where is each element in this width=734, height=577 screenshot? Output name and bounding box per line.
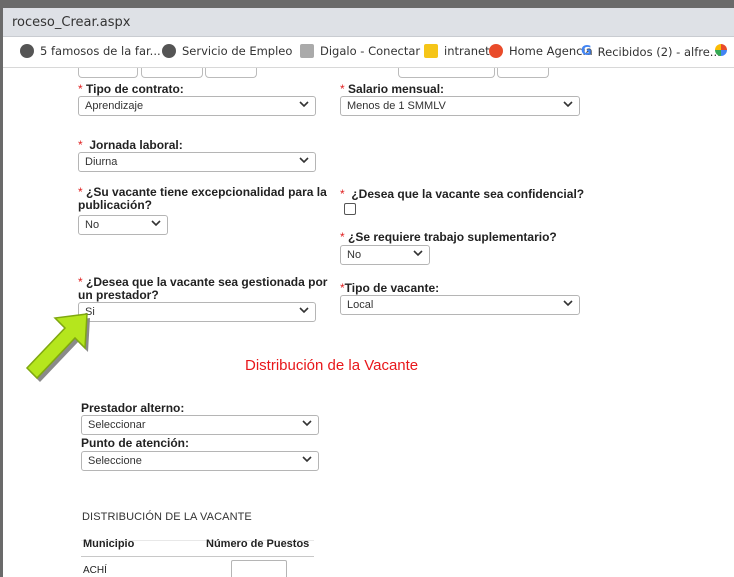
prestador-alterno-select[interactable]: Seleccionar <box>81 415 319 435</box>
clipped-field <box>141 68 203 78</box>
tab-bar: roceso_Crear.aspx <box>3 8 734 37</box>
punto-atencion-label: Punto de atención: <box>81 436 189 450</box>
browser-window: roceso_Crear.aspx 5 famosos de la far...… <box>3 8 734 577</box>
chevron-down-icon <box>563 300 573 307</box>
chevron-down-icon <box>299 157 309 164</box>
salario-select[interactable]: Menos de 1 SMMLV <box>340 96 580 116</box>
divider <box>81 556 314 557</box>
agency-icon <box>489 44 503 58</box>
excepcionalidad-select[interactable]: No <box>78 215 168 235</box>
page-icon <box>300 44 314 58</box>
confidencial-checkbox[interactable] <box>344 203 356 215</box>
clipped-field <box>78 68 138 78</box>
column-header-municipio: Municipio <box>83 538 135 550</box>
puestos-input[interactable] <box>231 560 287 577</box>
clipped-field <box>398 68 495 78</box>
table-title: DISTRIBUCIÓN DE LA VACANTE <box>82 511 252 523</box>
jornada-select[interactable]: Diurna <box>78 152 316 172</box>
bookmark-item[interactable]: intranet <box>424 44 490 58</box>
gestionada-label: * ¿Desea que la vacante sea gestionada p… <box>78 275 328 302</box>
tipo-contrato-label: * Tipo de contrato: <box>78 82 184 96</box>
chevron-down-icon <box>299 307 309 314</box>
chevron-down-icon <box>151 220 161 227</box>
chevron-down-icon <box>302 456 312 463</box>
table-row-municipio: ACHÍ <box>83 565 107 576</box>
punto-atencion-select[interactable]: Seleccione <box>81 451 319 471</box>
tab-title[interactable]: roceso_Crear.aspx <box>12 15 130 30</box>
pinwheel-icon <box>715 44 727 56</box>
suplementario-label: * ¿Se requiere trabajo suplementario? <box>340 230 557 244</box>
chevron-down-icon <box>299 101 309 108</box>
bookmark-item[interactable]: 5 famosos de la far... <box>20 44 161 58</box>
clipped-field <box>205 68 257 78</box>
column-header-puestos: Número de Puestos <box>206 538 310 550</box>
prestador-alterno-label: Prestador alterno: <box>81 401 185 415</box>
bookmark-item[interactable]: G Recibidos (2) - alfre... <box>581 44 721 59</box>
chevron-down-icon <box>563 101 573 108</box>
bookmark-item[interactable]: Home Agencia <box>489 44 593 58</box>
google-icon: G <box>581 44 592 59</box>
jornada-label: * Jornada laboral: <box>78 138 183 152</box>
bookmark-item[interactable]: Digalo - Conectar <box>300 44 420 58</box>
tipo-vacante-select[interactable]: Local <box>340 295 580 315</box>
bookmark-item[interactable] <box>715 44 727 56</box>
globe-icon <box>20 44 34 58</box>
tipo-vacante-label: *Tipo de vacante: <box>340 281 440 295</box>
section-title: Distribución de la Vacante <box>245 357 419 374</box>
excepcionalidad-label: * ¿Su vacante tiene excepcionalidad para… <box>78 185 327 212</box>
gestionada-select[interactable]: Si <box>78 302 316 322</box>
chevron-down-icon <box>302 420 312 427</box>
tipo-contrato-select[interactable]: Aprendizaje <box>78 96 316 116</box>
folder-icon <box>424 44 438 58</box>
bookmark-item[interactable]: Servicio de Empleo <box>162 44 292 58</box>
pointer-arrow-icon <box>25 313 90 382</box>
suplementario-select[interactable]: No <box>340 245 430 265</box>
bookmarks-bar: 5 famosos de la far... Servicio de Emple… <box>3 37 734 68</box>
chevron-down-icon <box>413 250 423 257</box>
globe-icon <box>162 44 176 58</box>
salario-label: * Salario mensual: <box>340 82 445 96</box>
confidencial-label: * ¿Desea que la vacante sea confidencial… <box>340 187 585 201</box>
clipped-field <box>497 68 549 78</box>
